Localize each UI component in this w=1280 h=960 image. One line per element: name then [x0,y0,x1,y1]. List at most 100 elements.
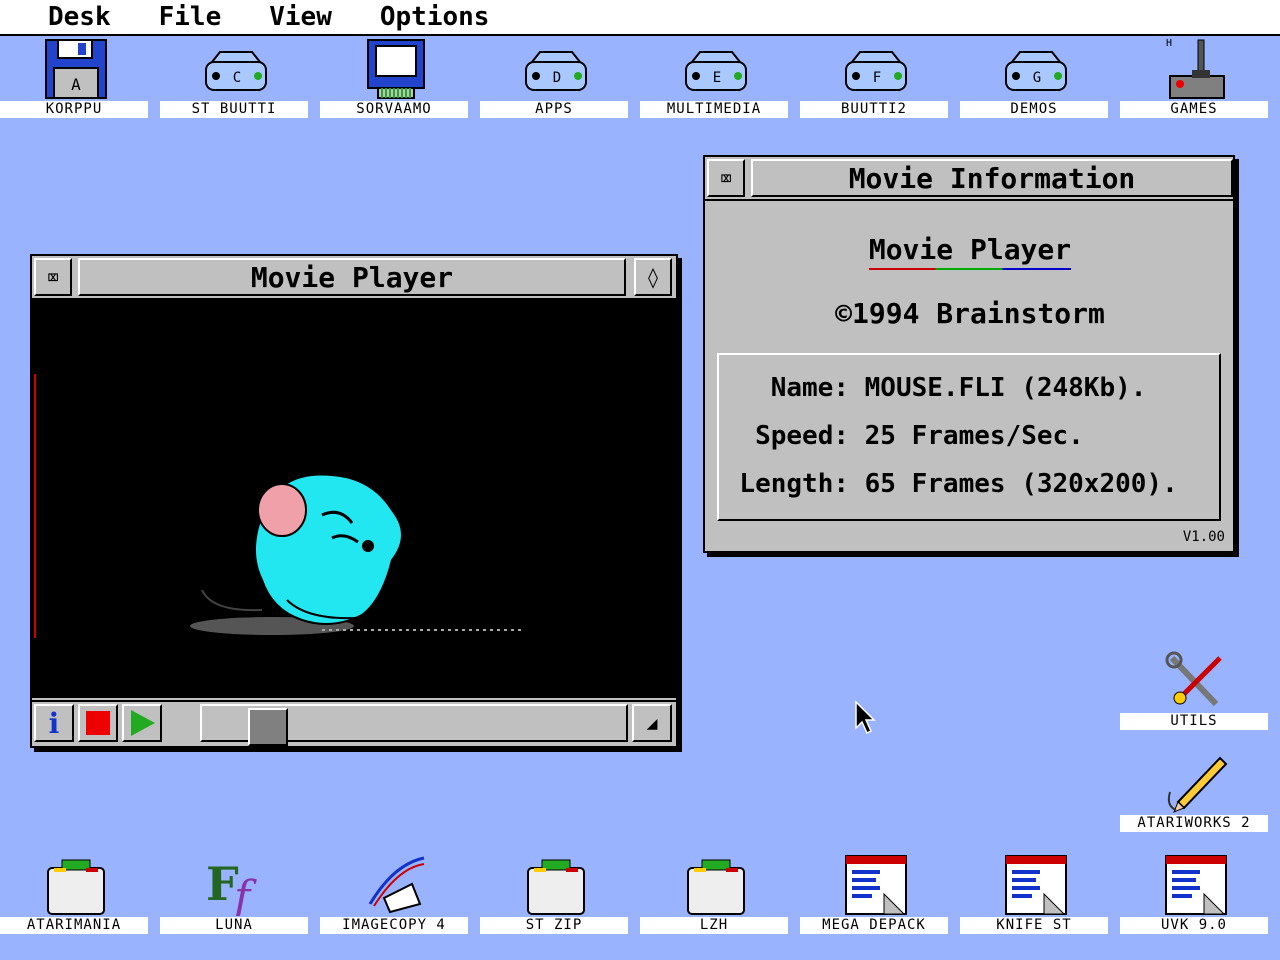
menu-desk[interactable]: Desk [0,0,133,35]
svg-text:G: G [1033,70,1041,86]
floppy-disk-icon: A [45,39,107,99]
icon-label: APPS [480,101,628,118]
version-label: V1.00 [1182,529,1225,545]
icon-label: KNIFE ST [960,917,1108,934]
player-control-bar: i ◢ [32,700,676,746]
player-title: Movie Player [78,258,626,296]
desktop-icon-lzh[interactable]: LZH [640,854,788,934]
icon-label: GAMES [1120,101,1268,118]
resize-button[interactable]: ◢ [632,704,672,742]
mouse-animation-frame [34,374,522,638]
desktop-icon-utils[interactable]: UTILS [1120,650,1268,730]
pen-drawing-icon [368,856,425,914]
svg-text:F: F [873,70,881,86]
joystick-icon: H [1166,38,1225,99]
slider-thumb[interactable] [248,708,288,746]
name-row: Name: MOUSE.FLI (248Kb). [737,373,1147,403]
icon-label: MULTIMEDIA [640,101,788,118]
app-name: Movie Player [705,233,1235,270]
svg-text:f: f [231,872,257,916]
desktop-icon-mega-depack[interactable]: MEGA DEPACK [800,854,948,934]
movie-information-window: ⌧ Movie Information Movie Player ©1994 B… [703,155,1235,553]
icon-label: UTILS [1120,713,1268,730]
video-area [32,300,676,698]
info-body: Movie Player ©1994 Brainstorm Name: MOUS… [705,201,1233,551]
desktop-icon-st-buutti[interactable]: C ST BUUTTI [160,38,308,118]
length-label: Length: [739,469,849,499]
document-icon [845,855,907,915]
info-icon: i [48,706,60,740]
icon-label: SORVAAMO [320,101,468,118]
icon-label: ATARIMANIA [0,917,148,934]
icon-label: MEGA DEPACK [800,917,948,934]
svg-text:E: E [713,70,721,86]
copyright-text: ©1994 Brainstorm [835,297,1105,330]
desktop-icon-multimedia[interactable]: E MULTIMEDIA [640,38,788,118]
stop-icon [86,711,110,735]
icon-label: ST BUUTTI [160,101,308,118]
speed-label: Speed: [755,421,849,451]
icon-label: ST ZIP [480,917,628,934]
icon-label: BUUTTI2 [800,101,948,118]
file-details-box: Name: MOUSE.FLI (248Kb). Speed: 25 Frame… [717,353,1221,521]
menu-file[interactable]: File [133,0,244,35]
desktop-icon-st-zip[interactable]: ST ZIP [480,854,628,934]
icon-label: ATARIWORKS 2 [1120,815,1268,832]
stop-button[interactable] [78,704,118,742]
hard-drive-icon: G [1005,51,1067,91]
mouse-pointer-icon [855,700,876,735]
desktop-icon-games[interactable]: H GAMES [1120,38,1268,118]
menu-options[interactable]: Options [354,0,512,35]
pencil-icon [1167,756,1228,813]
font-icon: F f [206,857,257,916]
fullscreen-toggle-icon[interactable]: ◊ [634,258,672,296]
desktop-icon-imagecopy[interactable]: IMAGECOPY 4 [320,854,468,934]
player-titlebar[interactable]: ⌧ Movie Player ◊ [32,256,676,300]
menu-bar: Desk File View Options [0,0,1280,36]
playback-position-slider[interactable] [200,704,628,746]
hard-drive-icon: F [845,51,907,91]
icon-label: IMAGECOPY 4 [320,917,468,934]
folder-box-icon [527,859,585,915]
info-button[interactable]: i [34,704,74,742]
desktop-icon-uvk[interactable]: UVK 9.0 [1120,854,1268,934]
desktop-icon-knife-st[interactable]: KNIFE ST [960,854,1108,934]
document-icon [1005,855,1067,915]
desktop-icon-korppu[interactable]: A KORPPU [0,38,148,118]
speed-row: Speed: 25 Frames/Sec. [737,421,1084,451]
svg-text:H: H [1166,38,1172,49]
movie-player-window: ⌧ Movie Player ◊ i ◢ [30,254,678,748]
icon-label: LZH [640,917,788,934]
length-value: 65 Frames (320x200). [864,469,1178,499]
desktop-icon-atarimania[interactable]: ATARIMANIA [0,854,148,934]
svg-text:C: C [233,70,241,86]
desktop-icon-sorvaamo[interactable]: SORVAAMO [320,38,468,118]
close-window-icon[interactable]: ⌧ [707,159,745,197]
info-window-title: Movie Information [751,159,1233,197]
info-titlebar[interactable]: ⌧ Movie Information [705,157,1233,201]
desktop-icon-atariworks[interactable]: ATARIWORKS 2 [1120,752,1268,832]
desktop-icon-demos[interactable]: G DEMOS [960,38,1108,118]
desktop-icon-buutti2[interactable]: F BUUTTI2 [800,38,948,118]
cartridge-icon [367,39,425,99]
name-value: MOUSE.FLI (248Kb). [864,373,1147,403]
resize-corner-icon: ◢ [646,712,658,734]
desktop-icon-luna[interactable]: F f LUNA [160,854,308,934]
svg-text:A: A [71,75,81,94]
folder-box-icon [687,859,745,915]
desktop-icon-apps[interactable]: D APPS [480,38,628,118]
icon-label: LUNA [160,917,308,934]
tools-icon [1165,651,1222,707]
play-icon [131,710,155,736]
close-window-icon[interactable]: ⌧ [34,258,72,296]
length-row: Length: 65 Frames (320x200). [737,469,1178,499]
folder-box-icon [47,859,105,915]
play-button[interactable] [122,704,162,742]
speed-value: 25 Frames/Sec. [864,421,1084,451]
hard-drive-icon: E [685,51,747,91]
document-icon [1165,855,1227,915]
icon-label: UVK 9.0 [1120,917,1268,934]
icon-label: KORPPU [0,101,148,118]
menu-view[interactable]: View [243,0,354,35]
icon-label: DEMOS [960,101,1108,118]
